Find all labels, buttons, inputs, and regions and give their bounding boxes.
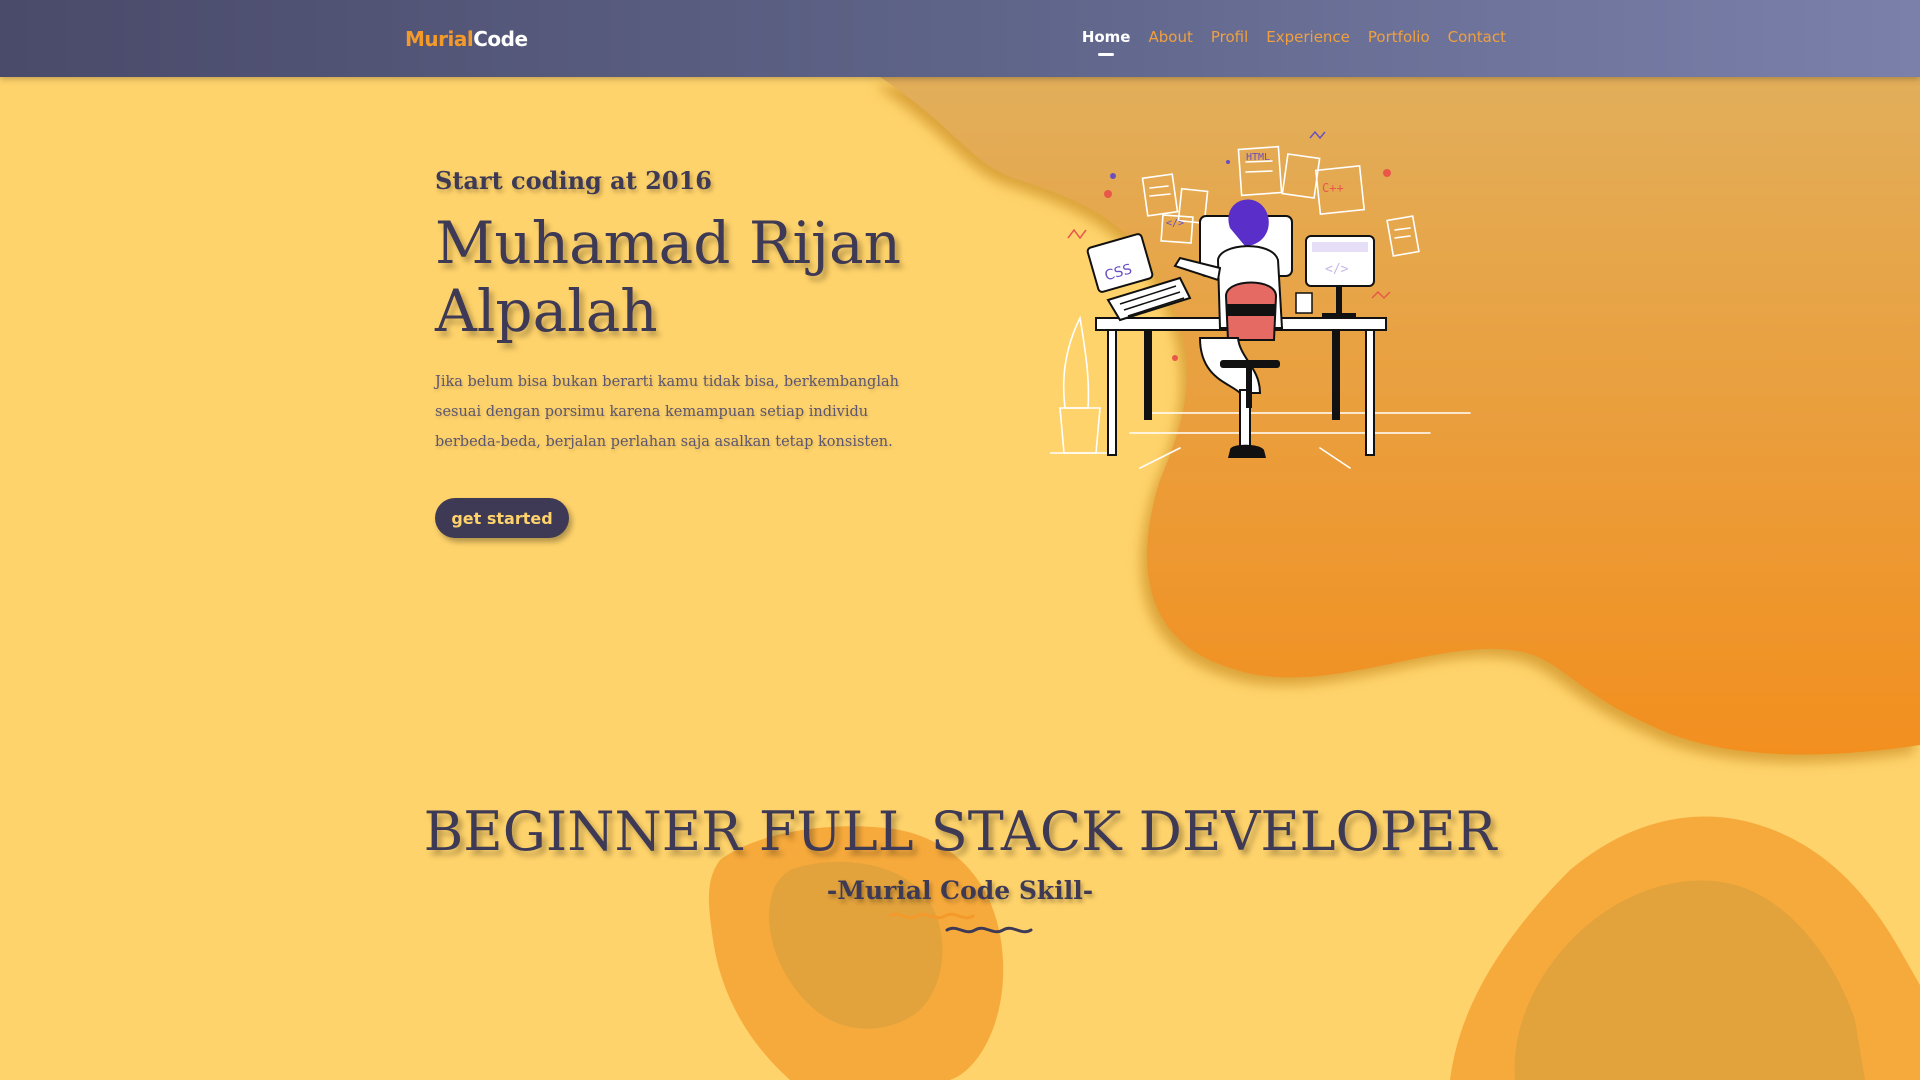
section-subtitle: -Murial Code Skill- <box>826 876 1094 905</box>
squiggle-decoration <box>888 912 1033 934</box>
developer-illustration: HTML C++ </> </> CSS <box>1050 130 1471 469</box>
hero-eyebrow: Start coding at 2016 <box>435 166 712 195</box>
code-tag-label: </> <box>1166 218 1184 229</box>
hero-description: Jika belum bisa bukan berarti kamu tidak… <box>435 374 899 450</box>
hero-name-line1: Muhamad Rijan <box>435 209 901 277</box>
brand-logo[interactable]: MurialCode <box>405 27 528 51</box>
nav-item-contact[interactable]: Contact <box>1448 28 1506 46</box>
brand-name-part1: Murial <box>405 27 474 51</box>
brand-name-part2: Code <box>473 27 528 51</box>
laptop: CSS <box>1086 233 1192 322</box>
nav-item-experience[interactable]: Experience <box>1266 28 1350 46</box>
main-nav: Home About Profil Experience Portfolio C… <box>1082 28 1506 46</box>
top-navbar: MurialCode Home About Profil Experience … <box>0 0 1920 77</box>
nav-item-portfolio[interactable]: Portfolio <box>1368 28 1430 46</box>
cpp-paper-label: C++ <box>1322 181 1344 195</box>
svg-text:</>: </> <box>1325 262 1349 277</box>
hero-name-line2: Alpalah <box>435 277 658 345</box>
get-started-button[interactable]: get started <box>435 498 569 538</box>
nav-item-about[interactable]: About <box>1148 28 1192 46</box>
nav-item-home[interactable]: Home <box>1082 28 1131 46</box>
html-paper-label: HTML <box>1246 152 1270 163</box>
section-title: BEGINNER FULL STACK DEVELOPER <box>423 800 1497 863</box>
hero-text: Start coding at 2016 Muhamad Rijan Alpal… <box>435 166 935 457</box>
nav-item-profil[interactable]: Profil <box>1211 28 1248 46</box>
hero-name: Muhamad Rijan Alpalah <box>435 209 935 345</box>
